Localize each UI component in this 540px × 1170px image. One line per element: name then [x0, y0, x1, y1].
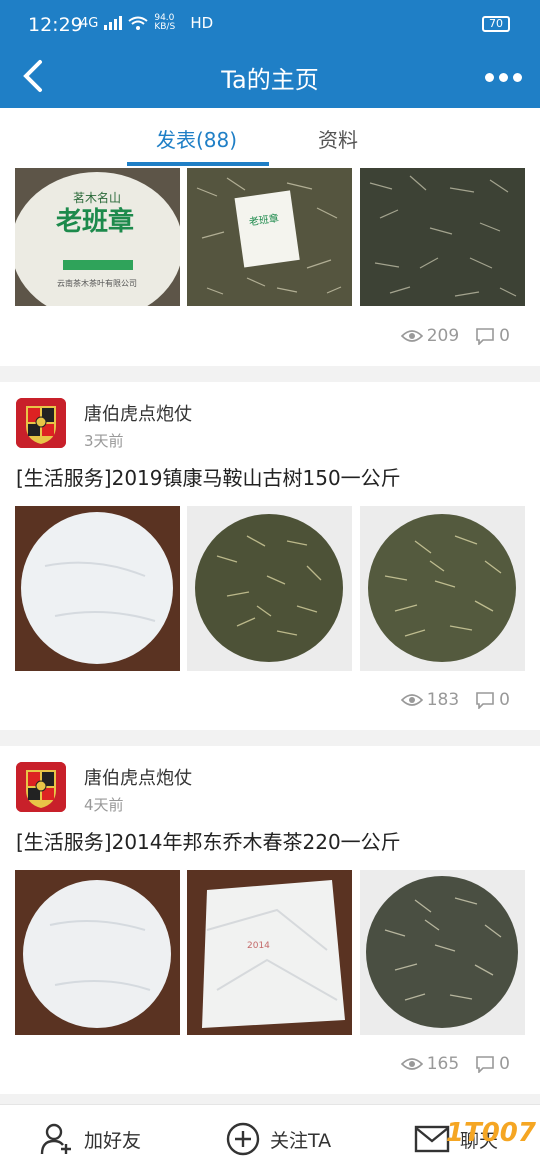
post-time: 4天前: [84, 796, 124, 814]
wifi-icon: [128, 16, 148, 30]
svg-text:茗木名山: 茗木名山: [73, 190, 121, 205]
post-card[interactable]: 茗木名山 老班章 云南茶木茶叶有限公司 老班章 209 0: [0, 166, 540, 366]
author-name[interactable]: 唐伯虎点炮仗: [84, 400, 192, 426]
comment-count: 0: [499, 690, 510, 710]
mail-icon: [414, 1125, 450, 1153]
status-time: 12:29: [28, 14, 83, 36]
wrapped-tea-cake-image: [15, 870, 180, 1035]
post-image[interactable]: [187, 506, 352, 671]
post-title[interactable]: [生活服务]2014年邦东乔木春茶220一公斤: [16, 826, 401, 855]
app-header: Ta的主页: [0, 42, 540, 108]
eye-icon: [400, 694, 423, 706]
hd-label: HD: [190, 14, 214, 32]
tab-profile-info[interactable]: 资料: [318, 124, 358, 153]
comment-icon: [476, 692, 494, 709]
eye-icon: [400, 330, 423, 342]
tea-cake-image: [360, 506, 525, 671]
comment-count: 0: [499, 326, 510, 346]
add-friend-button[interactable]: 加好友: [40, 1119, 141, 1159]
more-dot-icon: [512, 72, 522, 82]
wrapped-tea-cake-image: [15, 506, 180, 671]
post-time: 3天前: [84, 432, 124, 450]
post-image[interactable]: 老班章: [187, 168, 352, 306]
tea-cake-image: [187, 506, 352, 671]
follow-label: 关注TA: [270, 1129, 332, 1152]
plus-circle-icon: [226, 1122, 260, 1156]
post-stats: 165 0: [400, 1054, 510, 1074]
author-name[interactable]: 唐伯虎点炮仗: [84, 764, 192, 790]
tea-leaves-image: [360, 168, 525, 306]
more-menu-button[interactable]: [482, 62, 524, 92]
avatar[interactable]: [16, 762, 66, 812]
post-card[interactable]: 唐伯虎点炮仗 4天前 [生活服务]2014年邦东乔木春茶220一公斤 2014 …: [0, 746, 540, 1094]
wrapped-tea-cake-image: 2014: [187, 870, 352, 1035]
post-image[interactable]: [15, 506, 180, 671]
network-label: 4G: [80, 15, 99, 31]
status-icons: 4G 94.0 KB/S HD: [80, 13, 214, 33]
post-title[interactable]: [生活服务]2019镇康马鞍山古树150一公斤: [16, 462, 401, 491]
signal-icon: [104, 16, 123, 30]
tea-wrapper-image: 茗木名山 老班章 云南茶木茶叶有限公司: [15, 168, 180, 306]
add-user-icon: [40, 1123, 71, 1155]
tea-cake-image: [360, 870, 525, 1035]
svg-text:云南茶木茶叶有限公司: 云南茶木茶叶有限公司: [57, 278, 137, 288]
page-title: Ta的主页: [221, 66, 319, 94]
post-image[interactable]: 茗木名山 老班章 云南茶木茶叶有限公司: [15, 168, 180, 306]
svg-text:老班章: 老班章: [56, 206, 134, 237]
eye-icon: [400, 1058, 423, 1070]
follow-button[interactable]: 关注TA: [226, 1119, 331, 1159]
post-stats: 183 0: [400, 690, 510, 710]
status-bar: 12:29 4G 94.0 KB/S HD 70: [0, 0, 540, 42]
tea-cake-image: 老班章: [187, 168, 352, 306]
watermark-logo: 1T007: [445, 1118, 536, 1148]
tab-posts[interactable]: 发表(88): [156, 124, 237, 153]
post-image[interactable]: [360, 870, 525, 1035]
add-friend-label: 加好友: [84, 1129, 142, 1152]
post-image[interactable]: 2014: [187, 870, 352, 1035]
comment-icon: [476, 328, 494, 345]
avatar[interactable]: [16, 398, 66, 448]
tab-bar: 发表(88) 资料: [0, 108, 540, 166]
post-stats: 209 0: [400, 326, 510, 346]
view-count: 209: [426, 326, 460, 346]
battery-icon: 70: [482, 16, 510, 32]
post-image[interactable]: [360, 506, 525, 671]
crest-avatar-image: [16, 398, 66, 448]
svg-text:2014: 2014: [247, 941, 270, 951]
post-image[interactable]: [360, 168, 525, 306]
more-dot-icon: [484, 72, 494, 82]
post-image[interactable]: [15, 870, 180, 1035]
comment-icon: [476, 1056, 494, 1073]
speed-label: 94.0 KB/S: [154, 13, 176, 32]
view-count: 165: [426, 1054, 460, 1074]
more-dot-icon: [498, 72, 508, 82]
view-count: 183: [426, 690, 460, 710]
post-card[interactable]: 唐伯虎点炮仗 3天前 [生活服务]2019镇康马鞍山古树150一公斤 183 0: [0, 382, 540, 730]
comment-count: 0: [499, 1054, 510, 1074]
crest-avatar-image: [16, 762, 66, 812]
